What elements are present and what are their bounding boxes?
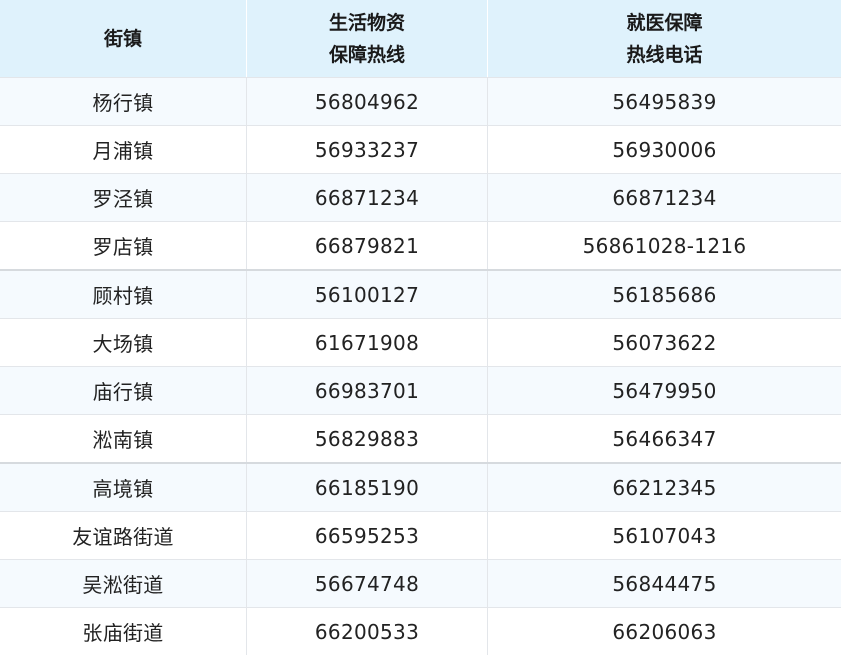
cell-street: 吴淞街道 [0,560,247,607]
table-row: 顾村镇 56100127 56185686 [0,269,841,318]
cell-supplies-phone: 56804962 [247,78,488,125]
cell-supplies-phone: 66185190 [247,464,488,511]
table-row: 高境镇 66185190 66212345 [0,462,841,511]
cell-medical-phone: 56930006 [612,137,717,162]
cell-medical-phone: 56479950 [612,378,717,403]
table-row: 大场镇 61671908 56073622 [0,318,841,366]
cell-supplies-phone: 66879821 [247,222,488,269]
cell-street: 大场镇 [0,319,247,366]
header-line: 就医保障 [626,11,703,34]
cell-street: 月浦镇 [0,126,247,173]
cell-street: 友谊路街道 [0,512,247,559]
cell-street: 庙行镇 [0,367,247,414]
table-row: 庙行镇 66983701 56479950 [0,366,841,414]
header-line: 热线电话 [626,43,703,66]
table-row: 罗泾镇 66871234 66871234 [0,173,841,221]
hotline-table: 街镇 生活物资 保障热线 就医保障 热线电话 杨行镇 56804962 5649… [0,0,841,655]
cell-street: 罗店镇 [0,222,247,269]
header-line: 保障热线 [328,43,405,66]
table-row: 张庙街道 66200533 66206063 [0,607,841,655]
header-line: 生活物资 [328,11,405,34]
table-row: 月浦镇 56933237 56930006 [0,125,841,173]
cell-supplies-phone: 66200533 [247,608,488,655]
cell-medical-phone: 56107043 [612,523,717,548]
cell-street: 杨行镇 [0,78,247,125]
header-street: 街镇 [0,0,247,77]
header-line: 街镇 [103,27,142,50]
cell-supplies-phone: 56829883 [247,415,488,462]
cell-medical-phone: 56861028-1216 [582,233,747,258]
cell-supplies-phone: 56100127 [247,271,488,318]
header-supplies-hotline: 生活物资 保障热线 [247,0,488,77]
table-row: 吴淞街道 56674748 56844475 [0,559,841,607]
cell-street: 淞南镇 [0,415,247,462]
cell-supplies-phone: 66983701 [247,367,488,414]
cell-medical-phone: 66212345 [612,475,717,500]
table-row: 淞南镇 56829883 56466347 [0,414,841,462]
cell-medical-phone: 66206063 [612,619,717,644]
cell-supplies-phone: 61671908 [247,319,488,366]
header-medical-hotline: 就医保障 热线电话 [488,0,841,77]
cell-street: 张庙街道 [0,608,247,655]
cell-street: 罗泾镇 [0,174,247,221]
cell-supplies-phone: 66871234 [247,174,488,221]
cell-medical-phone: 56185686 [612,282,717,307]
cell-medical-phone: 56844475 [612,571,717,596]
cell-medical-phone: 66871234 [612,185,717,210]
cell-medical-phone: 56495839 [612,89,717,114]
table-header: 街镇 生活物资 保障热线 就医保障 热线电话 [0,0,841,77]
cell-medical-phone: 56073622 [612,330,717,355]
cell-medical-phone: 56466347 [612,426,717,451]
cell-street: 顾村镇 [0,271,247,318]
cell-supplies-phone: 56674748 [247,560,488,607]
table-row: 杨行镇 56804962 56495839 [0,77,841,125]
table-row: 罗店镇 66879821 56861028-1216 [0,221,841,269]
cell-supplies-phone: 66595253 [247,512,488,559]
cell-supplies-phone: 56933237 [247,126,488,173]
table-row: 友谊路街道 66595253 56107043 [0,511,841,559]
cell-street: 高境镇 [0,464,247,511]
